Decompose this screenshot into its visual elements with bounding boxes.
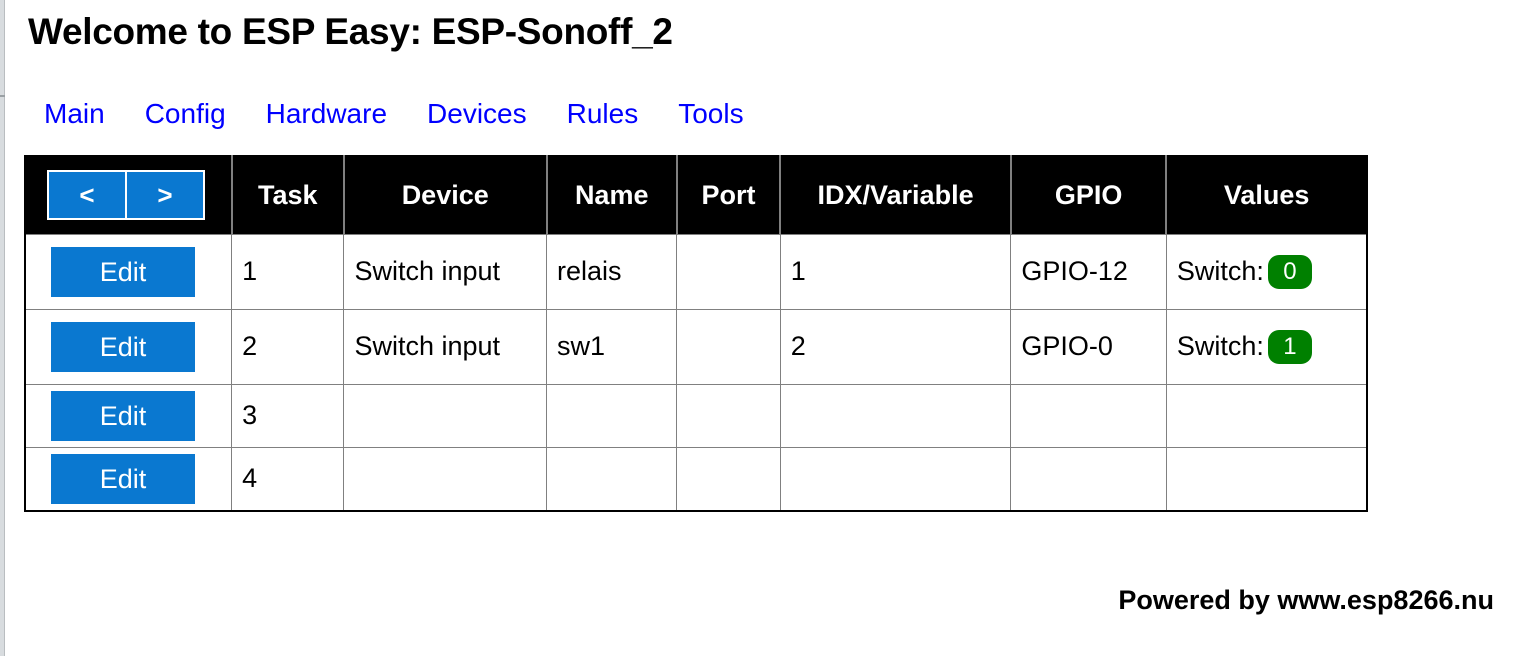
column-header-values: Values	[1166, 156, 1367, 234]
task-gpio-cell	[1010, 446, 1167, 511]
status-badge: 0	[1267, 254, 1312, 289]
task-port-cell	[676, 308, 781, 385]
column-header-name: Name	[546, 156, 678, 234]
value-label: Switch:	[1176, 256, 1264, 286]
task-device-cell	[343, 446, 548, 511]
nav-item-devices[interactable]: Devices	[427, 98, 527, 130]
column-header-gpio: GPIO	[1010, 156, 1168, 234]
task-values-cell: Switch: 1	[1165, 308, 1368, 385]
edit-task-button[interactable]: Edit	[51, 321, 195, 372]
table-row: Edit 1 Switch input relais 1 GPIO-12 Swi…	[24, 233, 1368, 310]
next-page-button[interactable]: >	[126, 170, 205, 221]
column-header-idx-variable: IDX/Variable	[780, 156, 1012, 234]
value-group: Switch: 1	[1176, 329, 1356, 364]
table-row: Edit 3	[24, 383, 1368, 448]
edit-task-button[interactable]: Edit	[51, 453, 195, 504]
task-edit-cell: Edit	[24, 446, 233, 511]
nav-item-tools[interactable]: Tools	[678, 98, 743, 130]
left-gutter-tick	[0, 95, 5, 97]
devices-table-wrapper: < > Task Device Name Port IDX/Variable G…	[6, 130, 1520, 512]
task-port-cell	[676, 446, 781, 511]
task-gpio-cell: GPIO-12	[1010, 233, 1167, 310]
task-device-cell: Switch input	[343, 308, 548, 385]
pager-button-group: < >	[32, 170, 225, 221]
task-edit-cell: Edit	[24, 383, 233, 448]
nav-item-config[interactable]: Config	[145, 98, 226, 130]
edit-task-button[interactable]: Edit	[51, 390, 195, 441]
pager-cell: < >	[25, 156, 233, 234]
task-name-cell	[546, 446, 678, 511]
task-device-cell	[343, 383, 548, 448]
value-group: Switch: 0	[1176, 254, 1356, 289]
task-name-cell: relais	[546, 233, 678, 310]
task-idx-cell	[779, 383, 1012, 448]
task-idx-cell: 1	[779, 233, 1012, 310]
column-header-task: Task	[231, 156, 345, 234]
task-port-cell	[676, 383, 781, 448]
task-name-cell: sw1	[546, 308, 678, 385]
task-edit-cell: Edit	[24, 308, 233, 385]
nav-item-rules[interactable]: Rules	[567, 98, 639, 130]
task-name-cell	[546, 383, 678, 448]
table-header-row: < > Task Device Name Port IDX/Variable G…	[25, 156, 1367, 234]
task-values-cell	[1165, 446, 1368, 511]
prev-page-button[interactable]: <	[47, 170, 126, 221]
task-values-cell	[1165, 383, 1368, 448]
task-number-cell: 3	[231, 383, 345, 448]
task-idx-cell: 2	[779, 308, 1012, 385]
task-values-cell: Switch: 0	[1165, 233, 1368, 310]
task-number-cell: 2	[231, 308, 345, 385]
task-edit-cell: Edit	[24, 233, 233, 310]
left-edge-gutter	[0, 0, 5, 656]
footer-credit: Powered by www.esp8266.nu	[1118, 585, 1494, 615]
task-gpio-cell	[1010, 383, 1167, 448]
nav-item-main[interactable]: Main	[44, 98, 105, 130]
table-row: Edit 2 Switch input sw1 2 GPIO-0 Switch:…	[24, 308, 1368, 385]
devices-table-head: < > Task Device Name Port IDX/Variable G…	[25, 156, 1367, 234]
task-number-cell: 4	[231, 446, 345, 511]
page-container: Welcome to ESP Easy: ESP-Sonoff_2 Main Co…	[6, 0, 1520, 656]
column-header-port: Port	[676, 156, 782, 234]
devices-table: < > Task Device Name Port IDX/Variable G…	[24, 155, 1368, 512]
edit-task-button[interactable]: Edit	[51, 246, 195, 297]
nav-item-hardware[interactable]: Hardware	[266, 98, 387, 130]
column-header-device: Device	[343, 156, 548, 234]
devices-table-body: Edit 1 Switch input relais 1 GPIO-12 Swi…	[24, 233, 1368, 511]
page-title: Welcome to ESP Easy: ESP-Sonoff_2	[28, 11, 673, 52]
task-number-cell: 1	[231, 233, 345, 310]
task-port-cell	[676, 233, 781, 310]
task-gpio-cell: GPIO-0	[1010, 308, 1167, 385]
task-idx-cell	[779, 446, 1012, 511]
main-navigation: Main Config Hardware Devices Rules Tools	[6, 54, 1520, 130]
value-label: Switch:	[1176, 331, 1264, 361]
table-row: Edit 4	[24, 446, 1368, 511]
task-device-cell: Switch input	[343, 233, 548, 310]
status-badge: 1	[1267, 329, 1312, 364]
